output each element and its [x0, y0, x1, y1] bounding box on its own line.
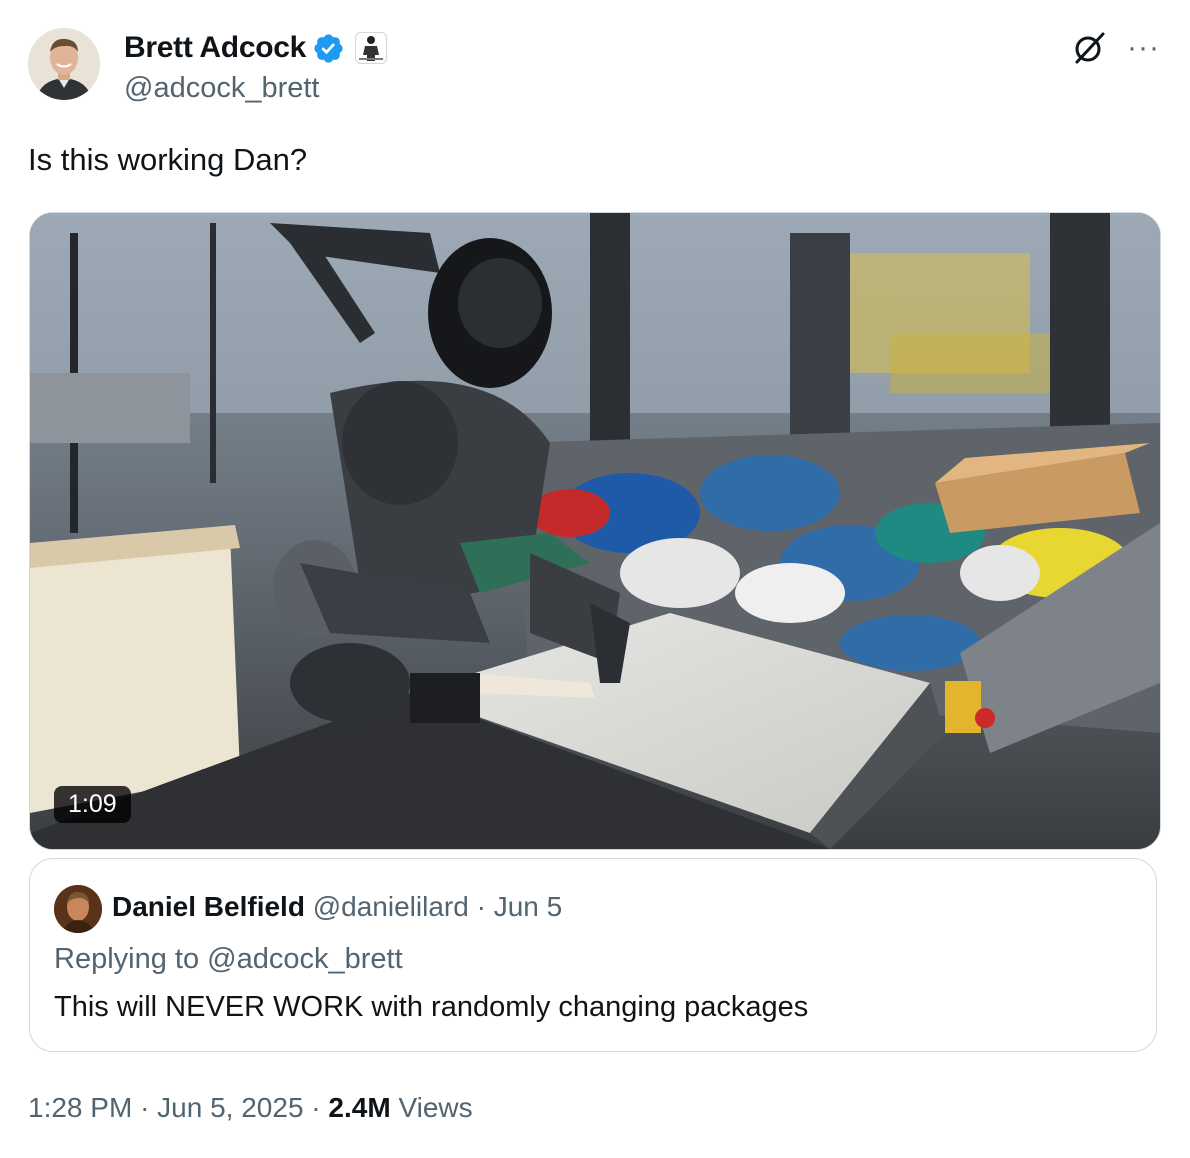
meta-separator: · [311, 1092, 321, 1123]
views-label: Views [398, 1092, 473, 1123]
affiliation-robot-icon[interactable] [355, 32, 387, 64]
author-avatar[interactable] [28, 28, 100, 100]
tweet-date[interactable]: Jun 5, 2025 [157, 1092, 303, 1123]
grok-icon[interactable] [1071, 30, 1107, 66]
views-count[interactable]: 2.4M [328, 1092, 390, 1123]
tweet-meta: 1:28 PM · Jun 5, 2025 · 2.4M Views [28, 1092, 473, 1124]
quoted-tweet[interactable]: Daniel Belfield @danielilard · Jun 5 Rep… [29, 858, 1157, 1052]
author-handle[interactable]: @adcock_brett [124, 72, 319, 105]
more-options-icon[interactable]: ··· [1127, 30, 1160, 66]
quote-replying-to: Replying to @adcock_brett [54, 943, 403, 976]
author-name-row: Brett Adcock [124, 30, 387, 66]
video-player[interactable]: 1:09 [29, 212, 1161, 850]
quote-date[interactable]: Jun 5 [494, 891, 563, 922]
quote-author-handle[interactable]: @danielilard [313, 891, 469, 922]
quote-author-name[interactable]: Daniel Belfield [112, 891, 305, 922]
video-thumbnail [30, 213, 1160, 849]
quote-separator: · [476, 891, 486, 922]
quote-text: This will NEVER WORK with randomly chang… [54, 991, 809, 1023]
replying-prefix: Replying to [54, 943, 200, 975]
quote-author-avatar[interactable] [54, 885, 102, 933]
video-duration: 1:09 [54, 786, 131, 823]
quote-header: Daniel Belfield @danielilard · Jun 5 [112, 891, 562, 923]
tweet-text: Is this working Dan? [28, 142, 308, 177]
tweet-time[interactable]: 1:28 PM [28, 1092, 132, 1123]
tweet-actions-top: ··· [1071, 30, 1160, 66]
meta-separator: · [140, 1092, 150, 1123]
verified-badge-icon[interactable] [312, 32, 345, 65]
author-name[interactable]: Brett Adcock [124, 31, 306, 65]
replying-mention[interactable]: @adcock_brett [207, 943, 402, 975]
